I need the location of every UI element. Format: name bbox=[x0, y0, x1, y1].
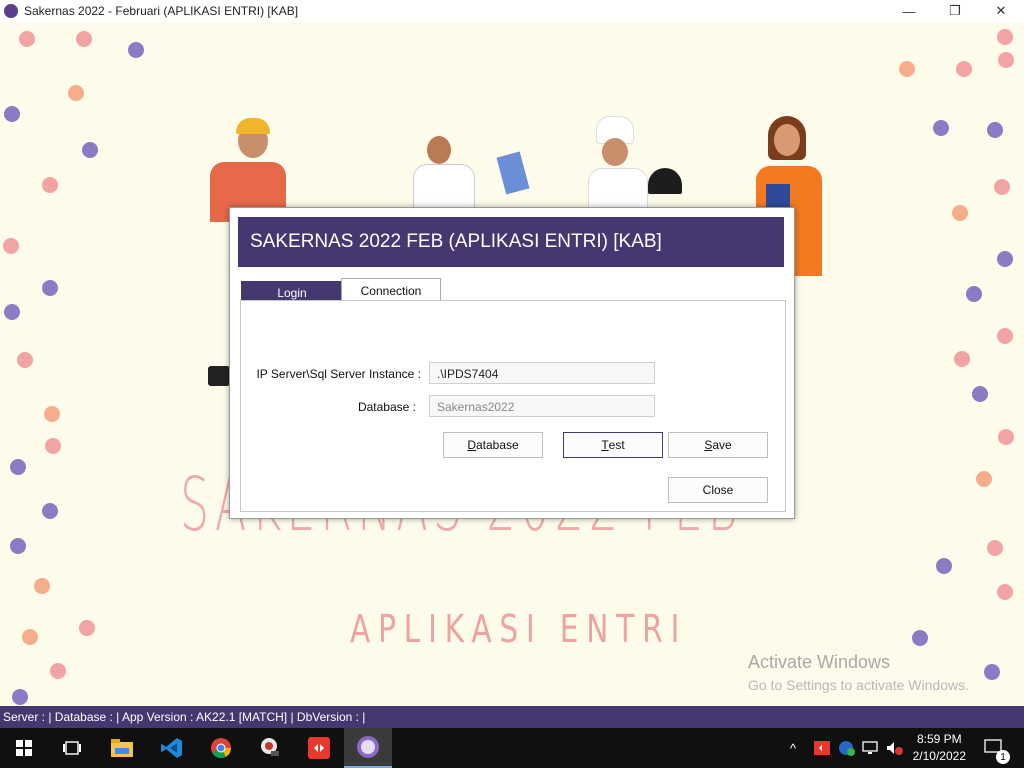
save-button-label: ave bbox=[712, 438, 732, 452]
background-subtitle: APLIKASI ENTRI bbox=[350, 607, 688, 651]
connection-dialog: SAKERNAS 2022 FEB (APLIKASI ENTRI) [KAB]… bbox=[229, 207, 795, 519]
database-input[interactable]: Sakernas2022 bbox=[429, 395, 655, 417]
maximize-button[interactable]: ❐ bbox=[932, 0, 978, 22]
decor-dot bbox=[954, 351, 970, 367]
save-button[interactable]: Save bbox=[668, 432, 768, 458]
file-explorer-icon[interactable] bbox=[98, 728, 146, 768]
decor-dot bbox=[997, 29, 1013, 45]
close-window-button[interactable]: ✕ bbox=[978, 0, 1024, 22]
status-text: Server : | Database : | App Version : AK… bbox=[3, 710, 366, 724]
decor-dot bbox=[128, 42, 144, 58]
task-view-icon[interactable] bbox=[48, 728, 96, 768]
decor-dot bbox=[998, 429, 1014, 445]
decor-dot bbox=[42, 280, 58, 296]
chef-illustration bbox=[584, 116, 684, 220]
vpn-tray-icon[interactable] bbox=[838, 728, 856, 768]
decor-dot bbox=[956, 61, 972, 77]
decor-dot bbox=[17, 352, 33, 368]
test-button-label: est bbox=[608, 438, 625, 452]
decor-dot bbox=[22, 629, 38, 645]
app-logo-icon bbox=[4, 4, 18, 18]
database-button[interactable]: Database bbox=[443, 432, 543, 458]
decor-dot bbox=[34, 578, 50, 594]
taskbar: ^ 8:59 PM 2/10/2022 1 bbox=[0, 728, 1024, 768]
decor-dot bbox=[976, 471, 992, 487]
show-hidden-icons[interactable]: ^ bbox=[790, 728, 796, 768]
decor-dot bbox=[997, 251, 1013, 267]
decor-dot bbox=[4, 106, 20, 122]
decor-dot bbox=[50, 663, 66, 679]
decor-dot bbox=[994, 179, 1010, 195]
decor-dot bbox=[3, 238, 19, 254]
clock-time: 8:59 PM bbox=[916, 732, 962, 746]
decor-dot bbox=[82, 142, 98, 158]
decor-dot bbox=[42, 503, 58, 519]
save-button-mnemonic: S bbox=[704, 438, 713, 452]
decor-dot bbox=[76, 31, 92, 47]
window-titlebar: Sakernas 2022 - Februari (APLIKASI ENTRI… bbox=[0, 0, 1024, 22]
clock-date: 2/10/2022 bbox=[912, 749, 966, 763]
decor-dot bbox=[936, 558, 952, 574]
decor-dot bbox=[933, 120, 949, 136]
decor-dot bbox=[966, 286, 982, 302]
decor-dot bbox=[987, 122, 1003, 138]
database-button-mnemonic: D bbox=[467, 438, 476, 452]
window-title: Sakernas 2022 - Februari (APLIKASI ENTRI… bbox=[24, 4, 299, 18]
vscode-icon[interactable] bbox=[148, 728, 196, 768]
decor-dot bbox=[998, 52, 1014, 68]
system-clock[interactable]: 8:59 PM 2/10/2022 bbox=[913, 731, 966, 765]
decor-dot bbox=[42, 177, 58, 193]
decor-dot bbox=[4, 304, 20, 320]
decor-dot bbox=[972, 386, 988, 402]
notification-count-badge: 1 bbox=[996, 750, 1010, 764]
decor-dot bbox=[912, 630, 928, 646]
database-button-label: atabase bbox=[475, 438, 519, 452]
decor-dot bbox=[12, 689, 28, 705]
network-icon[interactable] bbox=[862, 728, 878, 768]
notification-center-icon[interactable]: 1 bbox=[984, 728, 1010, 768]
server-label: IP Server\Sql Server Instance : bbox=[256, 367, 421, 381]
chrome-icon[interactable] bbox=[197, 728, 245, 768]
decor-dot bbox=[45, 438, 61, 454]
anydesk-icon[interactable] bbox=[295, 728, 343, 768]
test-button-mnemonic: T bbox=[601, 438, 609, 452]
minimize-button[interactable]: — bbox=[886, 0, 932, 22]
decor-dot bbox=[10, 538, 26, 554]
volume-muted-icon[interactable] bbox=[886, 728, 904, 768]
activate-windows-subtitle: Go to Settings to activate Windows. bbox=[748, 677, 969, 693]
test-button[interactable]: Test bbox=[563, 432, 663, 458]
decor-dot bbox=[984, 664, 1000, 680]
sakernas-icon[interactable] bbox=[344, 728, 392, 768]
decor-dot bbox=[997, 584, 1013, 600]
decor-dot bbox=[987, 540, 1003, 556]
dialog-header: SAKERNAS 2022 FEB (APLIKASI ENTRI) [KAB] bbox=[238, 217, 784, 267]
decor-dot bbox=[952, 205, 968, 221]
activate-windows-title: Activate Windows bbox=[748, 652, 891, 672]
server-input[interactable]: .\IPDS7404 bbox=[429, 362, 655, 384]
decor-dot bbox=[68, 85, 84, 101]
connection-tab-panel: IP Server\Sql Server Instance : .\IPDS74… bbox=[240, 300, 786, 512]
anydesk-tray-icon[interactable] bbox=[814, 728, 830, 768]
start-icon[interactable] bbox=[0, 728, 48, 768]
database-label: Database : bbox=[357, 400, 416, 414]
doctor-illustration bbox=[375, 116, 535, 226]
dialog-title: SAKERNAS 2022 FEB (APLIKASI ENTRI) [KAB] bbox=[250, 231, 662, 252]
decor-dot bbox=[899, 61, 915, 77]
decor-dot bbox=[44, 406, 60, 422]
decor-dot bbox=[997, 328, 1013, 344]
status-bar: Server : | Database : | App Version : AK… bbox=[0, 706, 1024, 728]
decor-dot bbox=[79, 620, 95, 636]
close-button[interactable]: Close bbox=[668, 477, 768, 503]
decor-dot bbox=[10, 459, 26, 475]
decor-dot bbox=[19, 31, 35, 47]
app-icon[interactable] bbox=[246, 728, 294, 768]
